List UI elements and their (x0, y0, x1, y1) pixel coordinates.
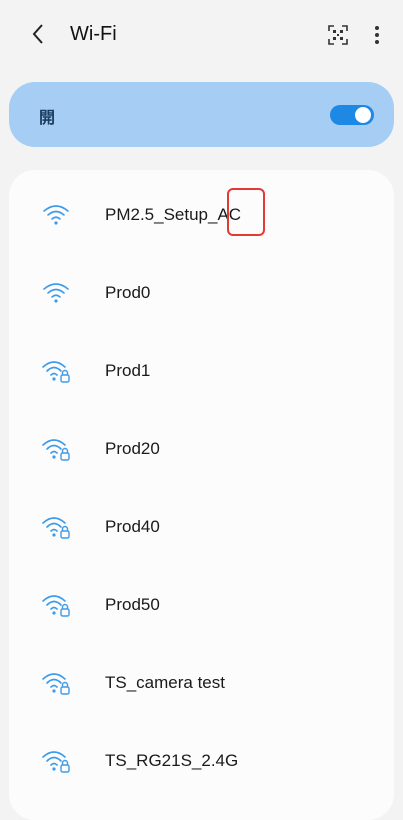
network-item[interactable]: Prod1 (9, 334, 394, 412)
wifi-lock-icon (42, 673, 70, 695)
wifi-icon (43, 205, 69, 225)
network-item[interactable]: Prod40 (9, 490, 394, 568)
network-item[interactable]: TS_RG21S_2.4G (9, 724, 394, 802)
wifi-switch[interactable] (330, 105, 374, 125)
network-item[interactable]: Prod20 (9, 412, 394, 490)
network-ssid: TS_RG21S_2.4G (105, 751, 239, 770)
back-button[interactable] (24, 20, 52, 48)
qr-scan-icon (328, 25, 348, 45)
network-ssid: Prod20 (105, 439, 160, 458)
network-ssid: Prod50 (105, 595, 160, 614)
network-item[interactable]: Prod50 (9, 568, 394, 646)
more-options-button[interactable] (366, 20, 388, 50)
network-ssid: Prod40 (105, 517, 160, 536)
wifi-lock-icon (42, 751, 70, 773)
wifi-lock-icon (42, 517, 70, 539)
network-ssid: PM2.5_Setup_AC (105, 205, 242, 224)
page-title: Wi-Fi (70, 23, 117, 45)
wifi-toggle-label: 開 (39, 110, 56, 127)
wifi-lock-icon (42, 439, 70, 461)
wifi-lock-icon (42, 595, 70, 617)
more-vert-icon (375, 26, 379, 44)
wifi-icon (43, 283, 69, 303)
network-ssid: Prod1 (105, 361, 151, 380)
network-ssid: Prod0 (105, 283, 151, 302)
network-item[interactable]: TS_camera test (9, 646, 394, 724)
network-list: PM2.5_Setup_AC Prod0 Prod1 Prod20 Prod40… (9, 170, 394, 820)
wifi-lock-icon (42, 361, 70, 383)
wifi-master-toggle[interactable]: 開 (9, 82, 394, 147)
network-item[interactable]: PM2.5_Setup_AC (9, 178, 394, 256)
network-ssid: TS_camera test (105, 673, 225, 692)
chevron-left-icon (32, 24, 43, 44)
annotation-highlight-box (227, 188, 265, 236)
top-bar: Wi-Fi (0, 0, 403, 72)
qr-scan-button[interactable] (325, 22, 351, 48)
network-item[interactable]: Prod0 (9, 256, 394, 334)
switch-knob (355, 107, 371, 123)
